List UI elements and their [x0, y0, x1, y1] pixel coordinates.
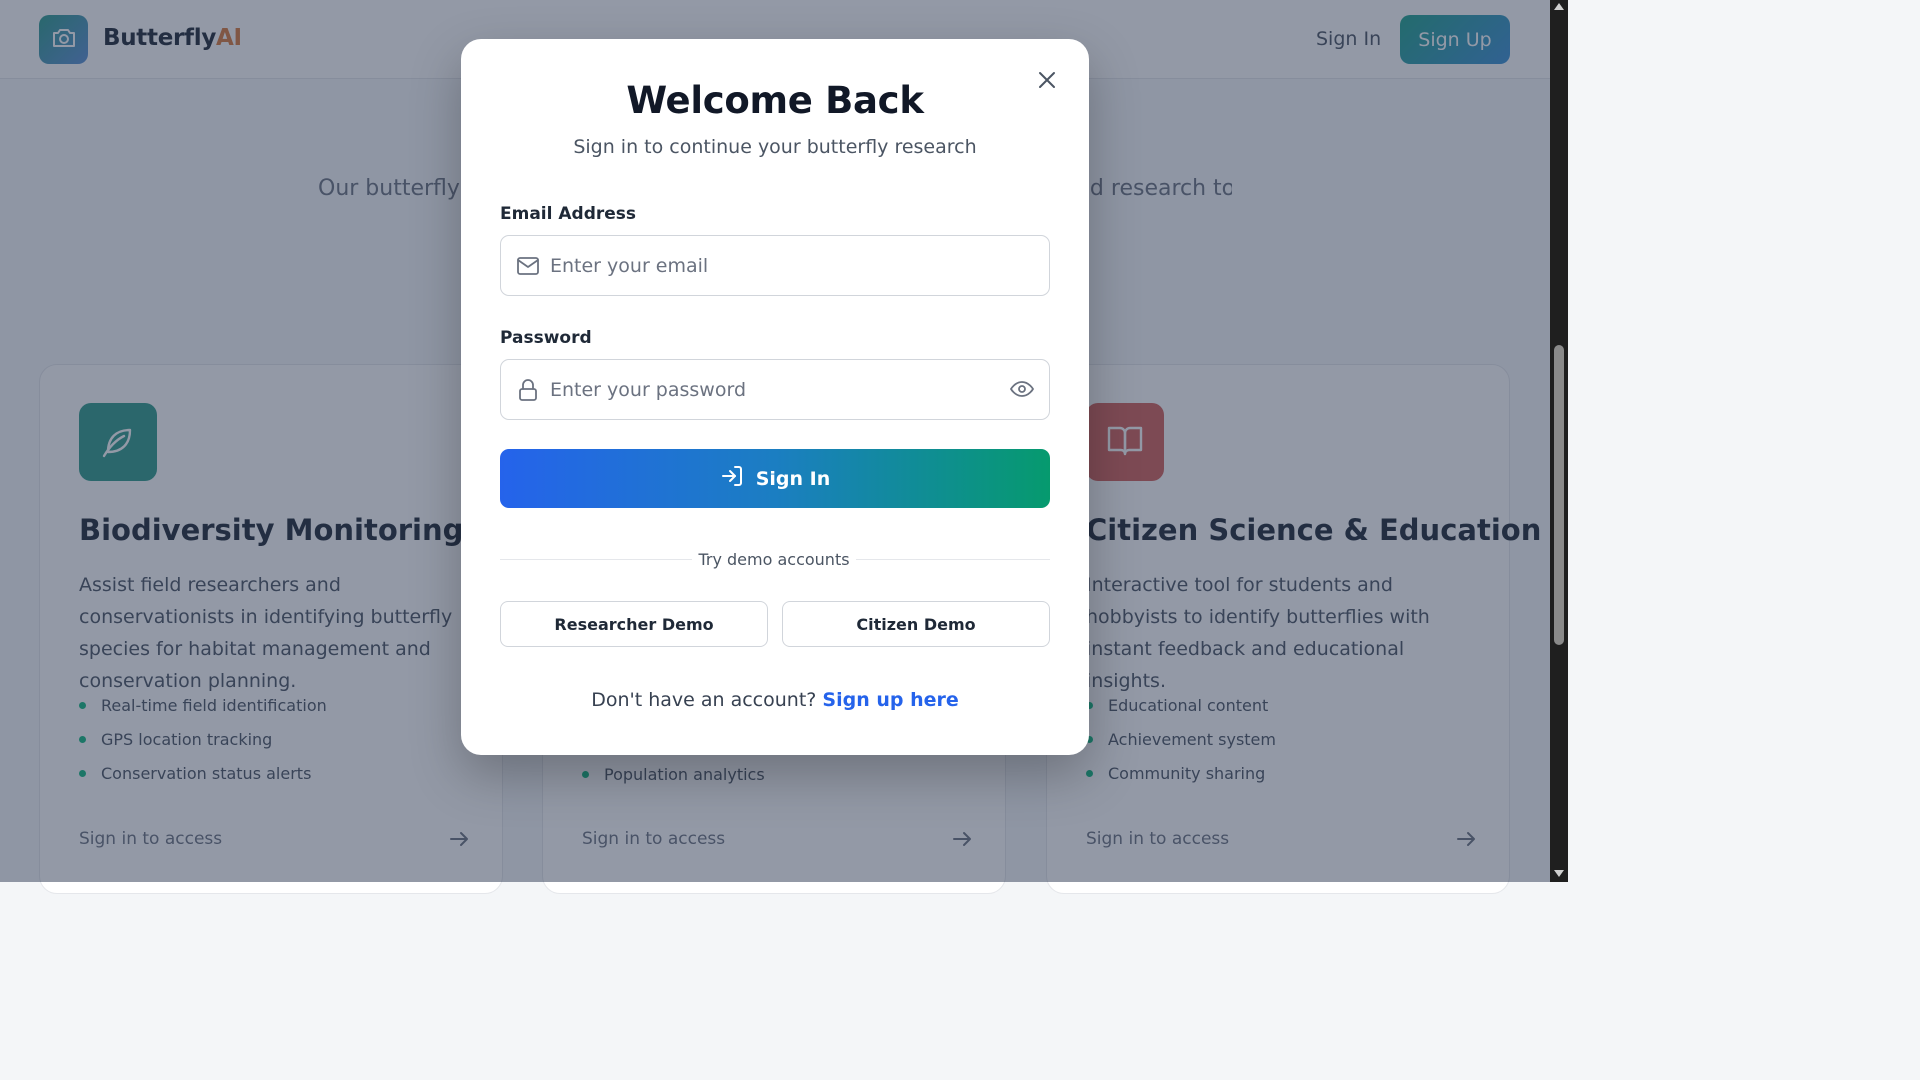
eye-icon: [1010, 377, 1034, 404]
no-account-text: Don't have an account?: [591, 689, 817, 711]
citizen-demo-button[interactable]: Citizen Demo: [782, 601, 1050, 647]
sign-in-submit-button[interactable]: Sign In: [500, 449, 1050, 508]
sign-in-submit-label: Sign In: [755, 467, 831, 490]
password-input[interactable]: [550, 360, 990, 419]
modal-subtitle: Sign in to continue your butterfly resea…: [573, 136, 977, 158]
researcher-demo-button[interactable]: Researcher Demo: [500, 601, 768, 647]
password-field-wrapper[interactable]: [500, 359, 1050, 420]
divider-right: [856, 559, 1050, 560]
sign-up-link[interactable]: Sign up here: [822, 689, 958, 711]
divider-left: [500, 559, 692, 560]
signup-prompt: Don't have an account? Sign up here: [461, 689, 1089, 711]
email-input[interactable]: [550, 236, 990, 295]
scrollbar-thumb[interactable]: [1554, 345, 1564, 645]
email-field-wrapper[interactable]: [500, 235, 1050, 296]
scroll-down-arrow-icon[interactable]: [1554, 870, 1564, 877]
toggle-password-visibility-button[interactable]: [1009, 377, 1035, 403]
password-label: Password: [500, 328, 592, 348]
log-in-icon: [720, 464, 744, 493]
mail-icon: [516, 254, 540, 282]
lock-icon: [516, 378, 540, 406]
scroll-up-arrow-icon[interactable]: [1554, 3, 1564, 10]
page-scrollbar[interactable]: [1550, 0, 1568, 882]
modal-title: Welcome Back: [626, 79, 924, 122]
email-label: Email Address: [500, 204, 637, 224]
demo-divider-text: Try demo accounts: [698, 550, 850, 569]
